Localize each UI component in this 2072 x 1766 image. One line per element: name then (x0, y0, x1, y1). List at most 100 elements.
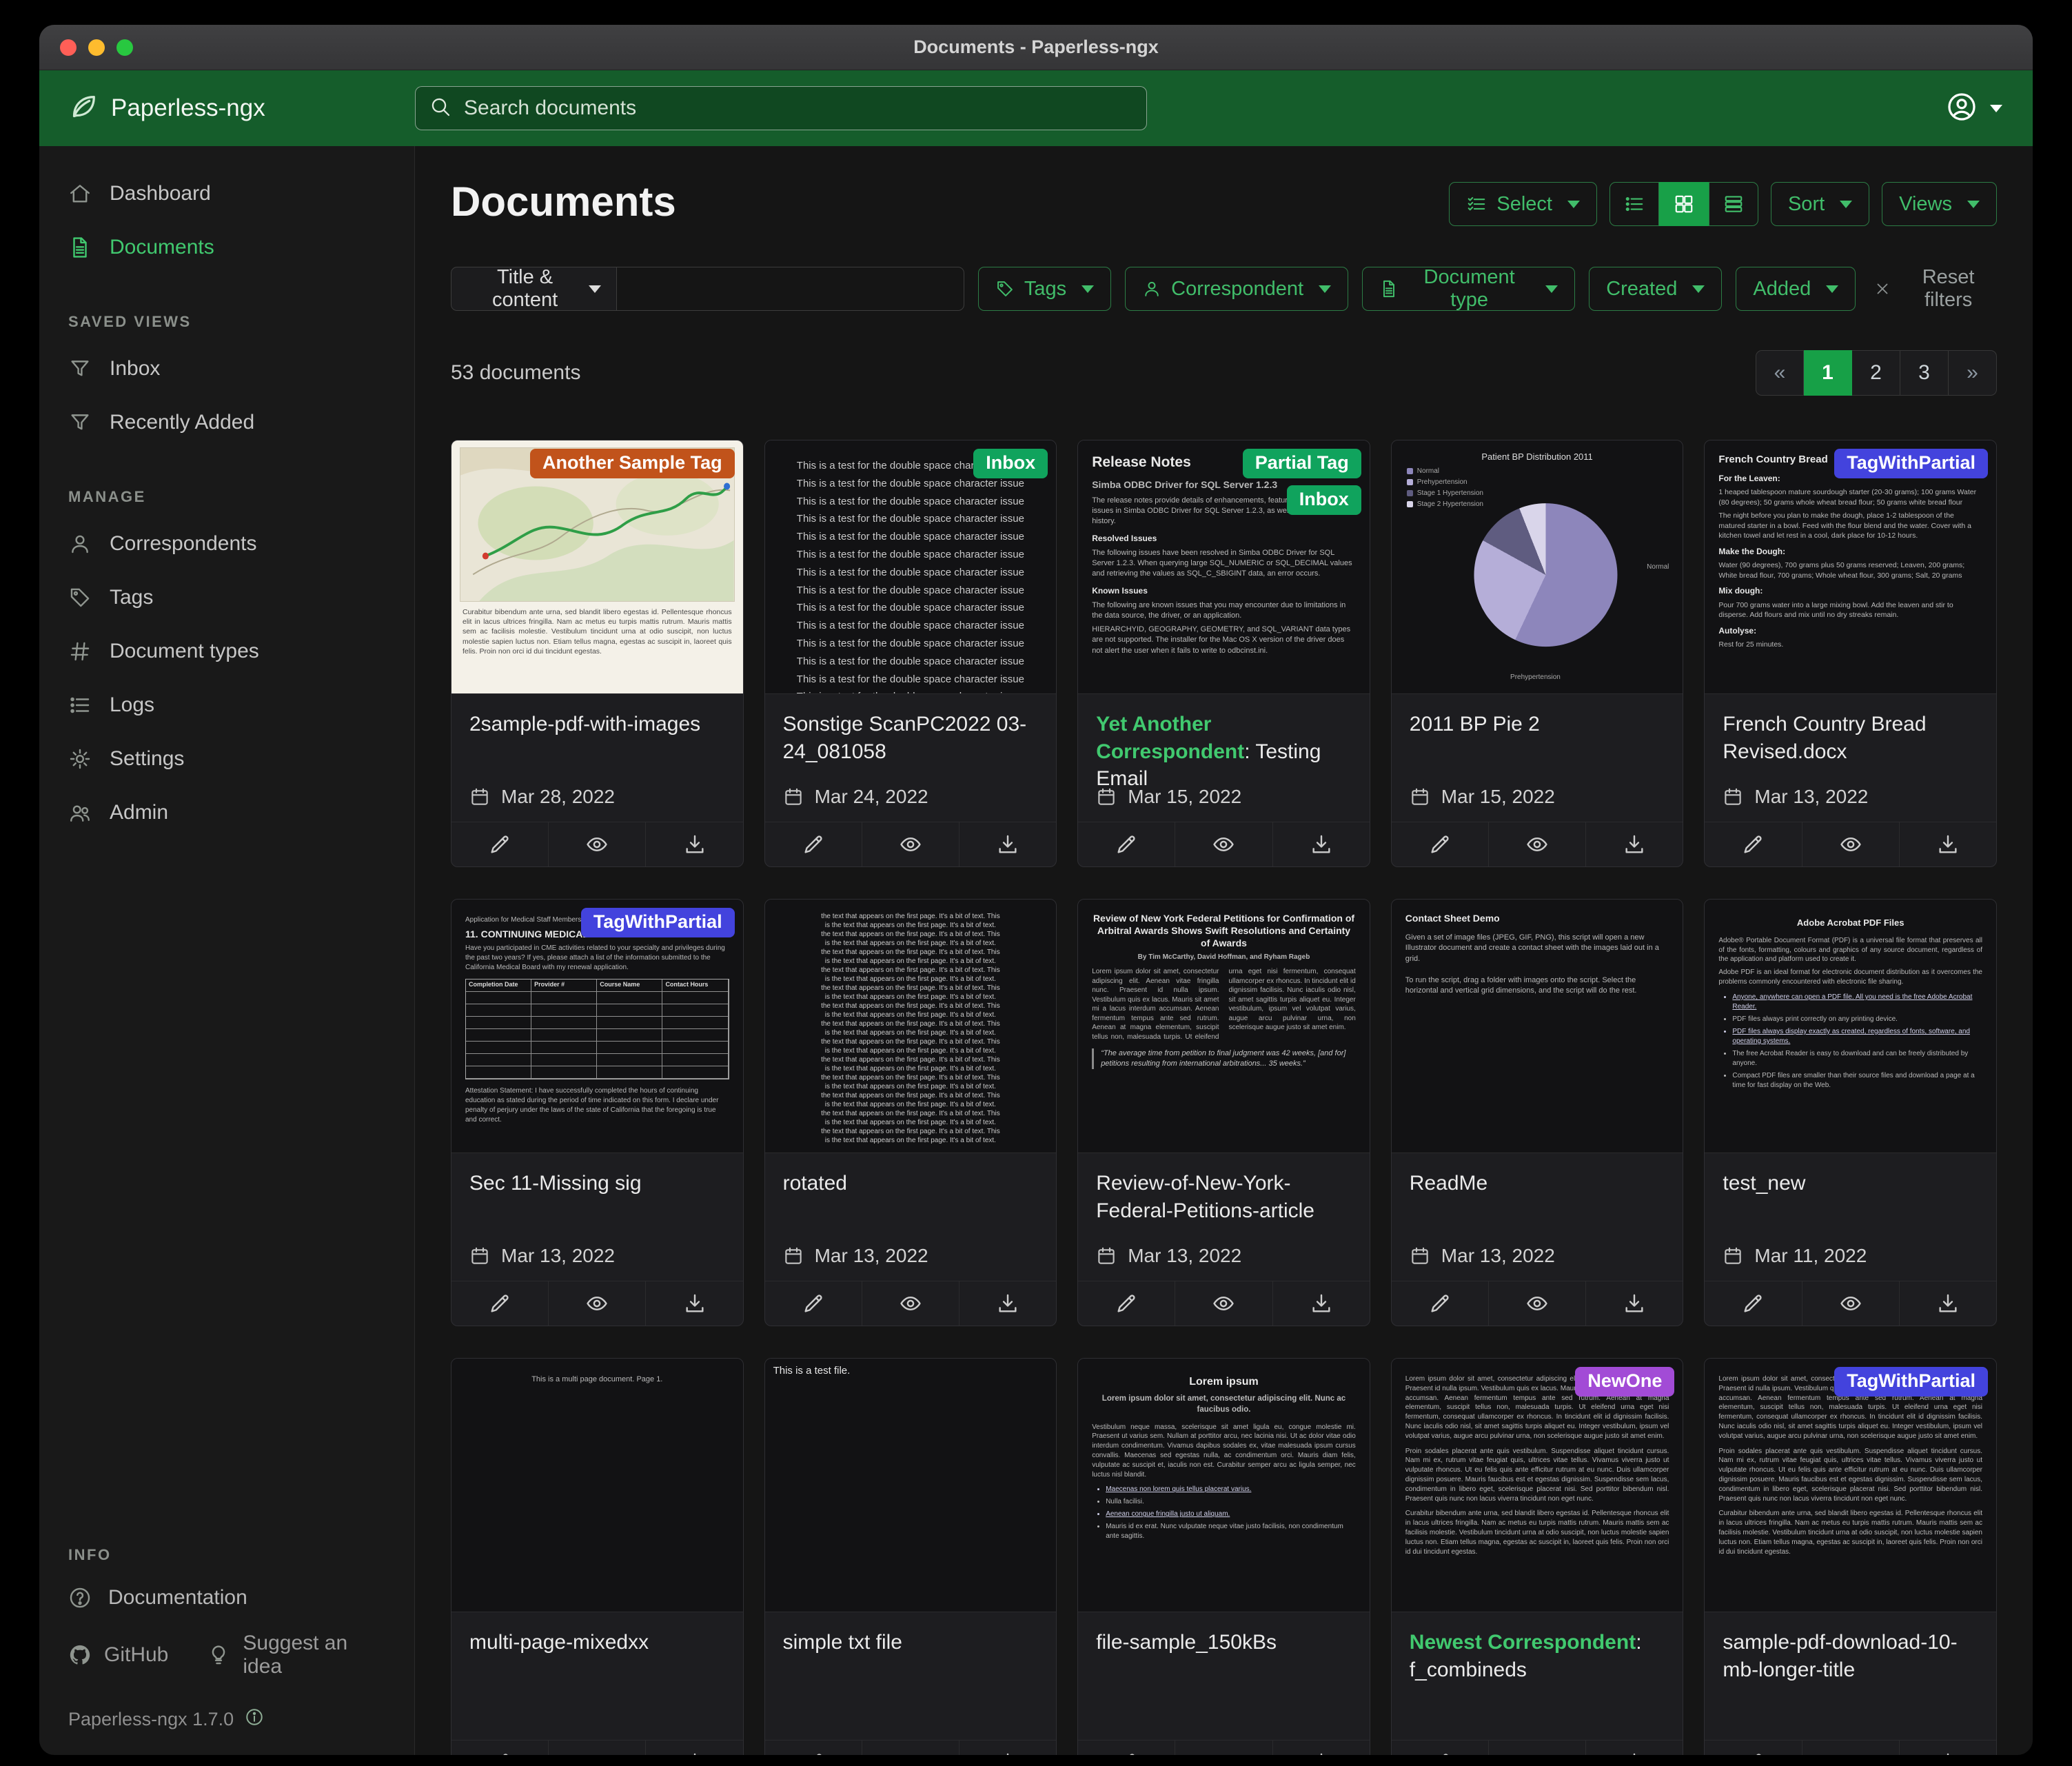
tag-inbox[interactable]: Inbox (1287, 485, 1361, 515)
version-info-button[interactable] (245, 1707, 264, 1732)
sidebar-item-tags[interactable]: Tags (39, 571, 414, 625)
minimize-window-button[interactable] (88, 39, 105, 56)
document-title[interactable]: Yet Another Correspondent: Testing Email (1096, 711, 1352, 786)
document-title[interactable]: Review-of-New-York-Federal-Petitions-art… (1096, 1170, 1352, 1224)
document-title[interactable]: test_new (1723, 1170, 1978, 1197)
sidebar-item-documentation[interactable]: Documentation (39, 1575, 414, 1621)
select-button[interactable]: Select (1449, 182, 1597, 226)
preview-document-button[interactable] (1175, 1740, 1272, 1755)
download-document-button[interactable] (959, 822, 1056, 866)
preview-document-button[interactable] (1175, 822, 1272, 866)
sort-button[interactable]: Sort (1771, 182, 1869, 226)
download-document-button[interactable] (1585, 1281, 1683, 1326)
preview-document-button[interactable] (862, 1740, 959, 1755)
sidebar-item-github[interactable]: GitHub (68, 1643, 168, 1667)
title-content-dropdown[interactable]: Title & content (451, 267, 617, 311)
document-title[interactable]: 2sample-pdf-with-images (469, 711, 725, 738)
document-correspondent[interactable]: Yet Another Correspondent (1096, 713, 1244, 763)
document-title[interactable]: file-sample_150kBs (1096, 1629, 1352, 1656)
preview-document-button[interactable] (1488, 822, 1585, 866)
document-thumbnail[interactable]: This is a test file. (765, 1359, 1057, 1612)
download-document-button[interactable] (1272, 1740, 1370, 1755)
pagination-page-2[interactable]: 2 (1852, 350, 1900, 396)
document-title[interactable]: Sonstige ScanPC2022 03-24_081058 (783, 711, 1039, 765)
download-document-button[interactable] (959, 1281, 1056, 1326)
edit-document-button[interactable] (451, 822, 548, 866)
tag-another-sample-tag[interactable]: Another Sample Tag (530, 449, 735, 478)
created-filter-button[interactable]: Created (1589, 267, 1722, 311)
document-thumbnail[interactable]: Application for Medical Staff Membership… (451, 900, 743, 1153)
view-details-button[interactable] (1709, 182, 1758, 226)
edit-document-button[interactable] (451, 1740, 548, 1755)
edit-document-button[interactable] (1705, 822, 1801, 866)
edit-document-button[interactable] (1392, 1281, 1488, 1326)
sidebar-item-recently-added[interactable]: Recently Added (39, 396, 414, 449)
sidebar-item-inbox[interactable]: Inbox (39, 342, 414, 396)
edit-document-button[interactable] (451, 1281, 548, 1326)
views-button[interactable]: Views (1882, 182, 1997, 226)
sidebar-item-admin[interactable]: Admin (39, 786, 414, 840)
view-list-button[interactable] (1609, 182, 1659, 226)
document-title[interactable]: simple txt file (783, 1629, 1039, 1656)
download-document-button[interactable] (645, 822, 742, 866)
download-document-button[interactable] (959, 1740, 1056, 1755)
document-thumbnail[interactable]: Lorem ipsum dolor sit amet, consectetur … (1392, 1359, 1683, 1612)
preview-document-button[interactable] (1488, 1740, 1585, 1755)
document-thumbnail[interactable]: Curabitur bibendum ante urna, sed blandi… (451, 440, 743, 694)
document-title[interactable]: 2011 BP Pie 2 (1410, 711, 1665, 738)
title-content-input[interactable] (617, 267, 964, 311)
preview-document-button[interactable] (1175, 1281, 1272, 1326)
download-document-button[interactable] (1585, 1740, 1683, 1755)
sidebar-item-settings[interactable]: Settings (39, 732, 414, 786)
tag-tagwithpartial[interactable]: TagWithPartial (581, 908, 735, 937)
edit-document-button[interactable] (765, 1281, 862, 1326)
document-thumbnail[interactable]: Lorem ipsum dolor sit amet, consectetur … (1705, 1359, 1996, 1612)
added-filter-button[interactable]: Added (1736, 267, 1856, 311)
preview-document-button[interactable] (862, 822, 959, 866)
download-document-button[interactable] (1272, 822, 1370, 866)
pagination-page-3[interactable]: 3 (1900, 350, 1949, 396)
download-document-button[interactable] (645, 1740, 742, 1755)
tag-newone[interactable]: NewOne (1575, 1367, 1674, 1397)
preview-document-button[interactable] (548, 822, 645, 866)
document-thumbnail[interactable]: Review of New York Federal Petitions for… (1078, 900, 1370, 1153)
tag-partial-tag[interactable]: Partial Tag (1243, 449, 1361, 478)
edit-document-button[interactable] (1392, 1740, 1488, 1755)
edit-document-button[interactable] (1078, 1281, 1175, 1326)
document-title[interactable]: French Country Bread Revised.docx (1723, 711, 1978, 765)
document-thumbnail[interactable]: French Country BreadFor the Leaven:1 hea… (1705, 440, 1996, 694)
user-menu[interactable] (1946, 91, 2033, 126)
preview-document-button[interactable] (548, 1281, 645, 1326)
preview-document-button[interactable] (1802, 1740, 1899, 1755)
download-document-button[interactable] (1899, 822, 1996, 866)
edit-document-button[interactable] (1078, 822, 1175, 866)
document-thumbnail[interactable]: Lorem ipsumLorem ipsum dolor sit amet, c… (1078, 1359, 1370, 1612)
pagination-prev-button[interactable]: « (1756, 350, 1804, 396)
document-thumbnail[interactable]: Release NotesSimba ODBC Driver for SQL S… (1078, 440, 1370, 694)
edit-document-button[interactable] (1392, 822, 1488, 866)
document-title[interactable]: multi-page-mixedxx (469, 1629, 725, 1656)
tag-tagwithpartial[interactable]: TagWithPartial (1834, 1367, 1988, 1397)
reset-filters-button[interactable]: Reset filters (1873, 266, 1997, 312)
preview-document-button[interactable] (548, 1740, 645, 1755)
download-document-button[interactable] (1899, 1740, 1996, 1755)
preview-document-button[interactable] (862, 1281, 959, 1326)
download-document-button[interactable] (1899, 1281, 1996, 1326)
preview-document-button[interactable] (1802, 822, 1899, 866)
sidebar-item-documents[interactable]: Documents (39, 221, 414, 274)
edit-document-button[interactable] (1078, 1740, 1175, 1755)
edit-document-button[interactable] (1705, 1740, 1801, 1755)
brand[interactable]: Paperless-ngx (39, 91, 415, 126)
document-title[interactable]: sample-pdf-download-10-mb-longer-title (1723, 1629, 1978, 1683)
download-document-button[interactable] (1585, 822, 1683, 866)
document-thumbnail[interactable]: This is a multi page document. Page 1. (451, 1359, 743, 1612)
document-title[interactable]: ReadMe (1410, 1170, 1665, 1197)
zoom-window-button[interactable] (116, 39, 133, 56)
correspondent-filter-button[interactable]: Correspondent (1125, 267, 1348, 311)
sidebar-item-document-types[interactable]: Document types (39, 625, 414, 678)
document-thumbnail[interactable]: Contact Sheet DemoGiven a set of image f… (1392, 900, 1683, 1153)
sidebar-item-suggest-an-idea[interactable]: Suggest an idea (207, 1632, 385, 1678)
view-grid-button[interactable] (1659, 182, 1709, 226)
pagination-page-1[interactable]: 1 (1804, 350, 1852, 396)
document-title[interactable]: Sec 11-Missing sig (469, 1170, 725, 1197)
